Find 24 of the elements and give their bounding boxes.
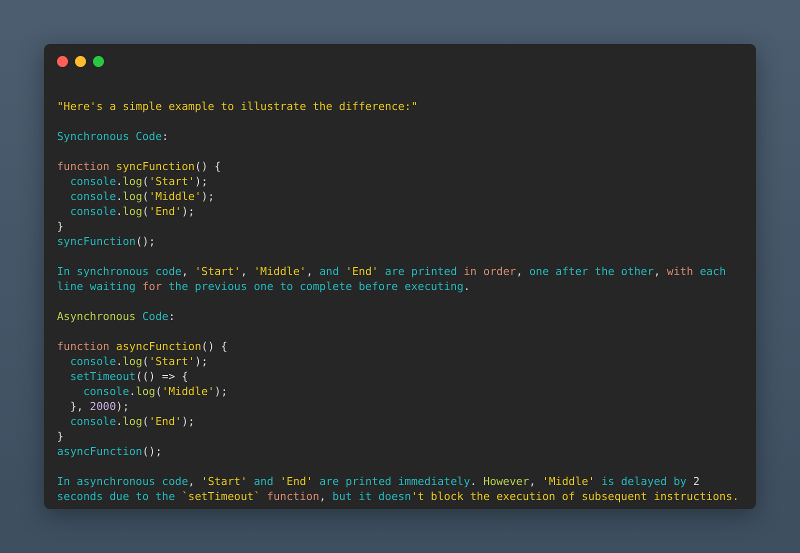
code-line: function asyncFunction() { (57, 339, 228, 354)
code-line: console.log('Middle'); (69, 189, 214, 204)
code-line: console.log('Start'); (69, 354, 208, 369)
code-line: function syncFunction() { (57, 159, 221, 174)
code-line: setTimeout(() => { (69, 369, 188, 384)
code-line: } (57, 429, 64, 444)
window-control-button[interactable] (93, 56, 104, 67)
code-line: Synchronous Code: (57, 129, 168, 144)
code-line: console.log('End'); (69, 414, 195, 429)
code-line: console.log('Start'); (69, 174, 208, 189)
code-line: }, 2000); (69, 399, 130, 414)
code-line: syncFunction(); (57, 234, 156, 249)
code-line: seconds due to the `setTimeout` function, but it doesn't block the execution of subsequent instructions. (57, 489, 739, 504)
code-line: } (57, 219, 64, 234)
code-line: console.log('End'); (69, 204, 195, 219)
code-line: console.log('Middle'); (82, 384, 228, 399)
code-line: asyncFunction(); (57, 444, 162, 459)
window-control-button[interactable] (75, 56, 86, 67)
code-line: In asynchronous code, 'Start' and 'End' are printed immediately. However, 'Middle' is delayed by 2 (57, 474, 700, 489)
window-control-button[interactable] (57, 56, 68, 67)
code-line: line waiting for the previous one to complete before executing. (57, 279, 470, 294)
code-line: In synchronous code, 'Start', 'Middle', and 'End' are printed in order, one after the other, with each (57, 264, 726, 279)
code-line: Asynchronous Code: (57, 309, 176, 324)
code-line: "Here's a simple example to illustrate the difference:" (57, 99, 418, 114)
